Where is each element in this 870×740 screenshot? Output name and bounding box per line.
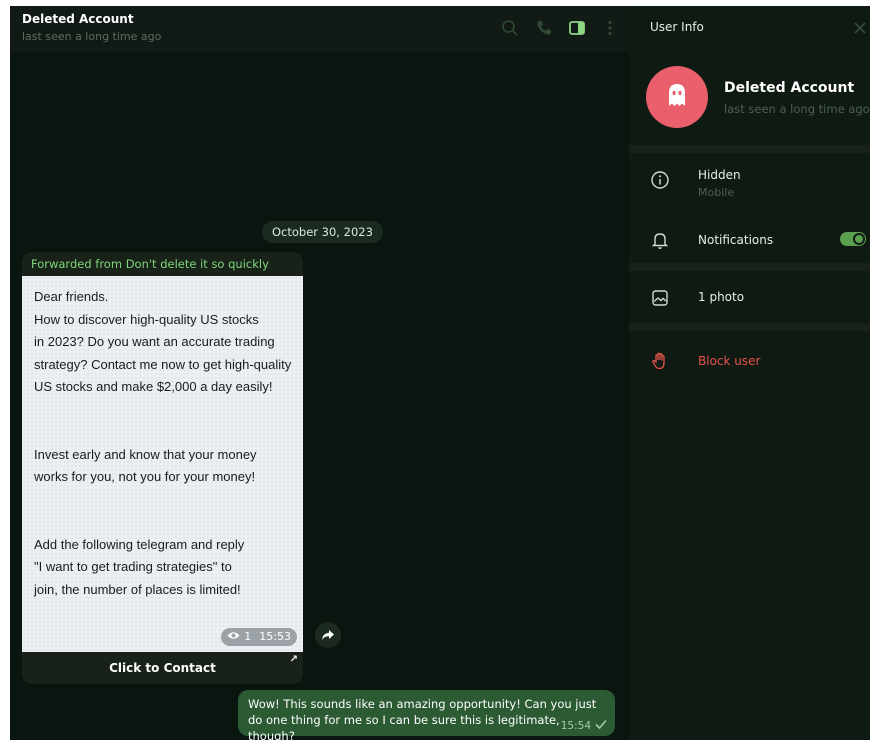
outgoing-message-meta: 15:54 [561,719,607,732]
profile-status: last seen a long time ago [724,102,870,116]
divider [629,145,870,153]
outgoing-message[interactable]: Wow! This sounds like an amazing opportu… [238,690,615,740]
image-text-line: Add the following telegram and reply [34,536,245,552]
forwarded-from-label[interactable]: Forwarded from Don't delete it so quickl… [31,257,269,271]
message-image[interactable]: Dear friends. How to discover high-quali… [22,276,303,652]
message-meta: 1 15:53 [221,628,297,646]
ghost-icon [662,80,692,114]
chat-status: last seen a long time ago [22,30,162,43]
image-text-line: "I want to get trading strategies" to [34,559,232,574]
image-text-line: join, the number of places is limited! [34,581,241,597]
image-text: Dear friends. How to discover high-quali… [34,286,296,601]
toggle-knob [853,233,865,245]
telegram-window: Deleted Account last seen a long time ag… [10,6,870,740]
close-icon[interactable] [852,20,868,36]
divider [629,323,870,331]
chat-header[interactable]: Deleted Account last seen a long time ag… [10,6,629,52]
photo-icon [650,288,670,308]
date-divider: October 30, 2023 [262,221,383,243]
phone-value: Hidden [698,168,741,182]
click-to-contact-button[interactable]: Click to Contact ↗ [22,652,303,684]
bell-icon [650,230,670,250]
user-info-header: User Info [629,6,870,52]
block-user-label: Block user [698,354,761,368]
phone-icon[interactable] [534,18,554,38]
outgoing-message-text: Wow! This sounds like an amazing opportu… [248,697,597,740]
forward-share-button[interactable] [315,622,341,648]
image-text-line: US stocks and make $2,000 a day easily! [34,379,273,394]
info-icon [650,170,670,190]
eye-icon [227,628,240,646]
view-count: 1 [244,630,252,643]
outgoing-message-time: 15:54 [560,719,591,732]
image-text-line: Dear friends. [34,289,109,304]
forwarded-message[interactable]: Forwarded from Don't delete it so quickl… [22,252,303,684]
notifications-label: Notifications [698,233,774,247]
phone-type: Mobile [698,186,735,199]
search-icon[interactable] [500,18,520,38]
profile-name: Deleted Account [724,80,855,96]
click-to-contact-label: Click to Contact [109,661,216,675]
sent-check-icon [595,719,607,732]
image-text-line: in 2023? Do you want an accurate trading [34,334,275,349]
chat-title[interactable]: Deleted Account [22,12,134,26]
image-text-line: works for you, not you for your money! [34,469,256,484]
image-text-line: strategy? Contact me now to get high-qua… [34,356,292,372]
forward-arrow-icon [321,626,335,645]
hand-stop-icon [650,351,670,371]
side-panel-icon[interactable] [567,18,587,38]
image-text-line: How to discover high-quality US stocks [34,311,259,327]
image-text-line: Invest early and know that your money [34,446,257,462]
external-link-icon: ↗ [289,654,298,665]
chat-pane: Deleted Account last seen a long time ag… [10,6,629,740]
avatar[interactable] [646,66,708,128]
message-time: 15:53 [259,630,291,643]
user-info-panel: User Info Deleted Account last seen a lo… [629,6,870,740]
notifications-toggle[interactable] [840,232,866,246]
user-info-title: User Info [650,20,704,34]
divider [629,263,870,271]
media-label: 1 photo [698,290,745,304]
more-icon[interactable] [600,18,620,38]
